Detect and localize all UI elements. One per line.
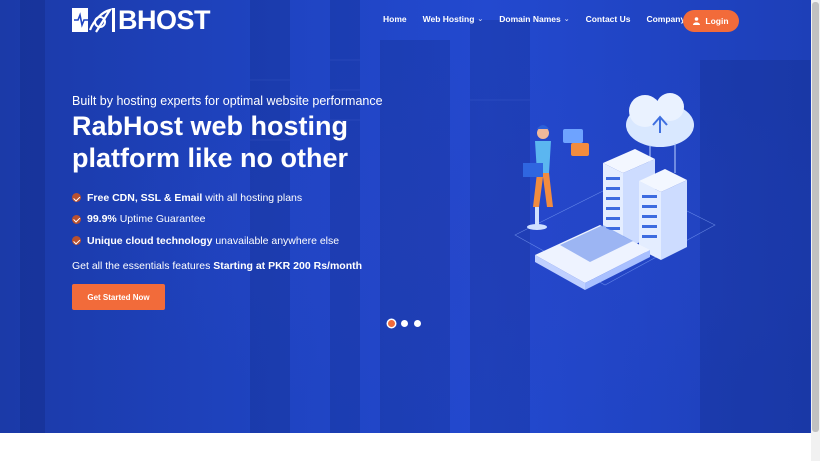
feature-item: Unique cloud technology unavailable anyw…	[72, 230, 339, 252]
feature-text: 99.9% Uptime Guarantee	[87, 213, 206, 226]
page-content-area	[0, 433, 811, 461]
nav-contact-us-label: Contact Us	[585, 14, 631, 24]
logo-text: BHOST	[118, 5, 211, 35]
cloud-icon	[626, 93, 694, 147]
feature-item: Free CDN, SSL & Email with all hosting p…	[72, 187, 339, 209]
feature-text: Free CDN, SSL & Email with all hosting p…	[87, 191, 303, 204]
main-nav: Home Web Hosting ⌄ Domain Names ⌄ Contact …	[383, 14, 710, 24]
nav-home-label: Home	[383, 14, 407, 24]
get-started-button[interactable]: Get Started Now	[72, 284, 165, 310]
check-icon	[72, 214, 81, 224]
logo-mark-icon	[72, 8, 115, 33]
feature-item: 99.9% Uptime Guarantee	[72, 209, 339, 231]
nav-domain-names[interactable]: Domain Names ⌄	[499, 14, 569, 24]
scrollbar-thumb[interactable]	[812, 2, 819, 432]
site-logo[interactable]: BHOST	[72, 5, 211, 35]
login-button[interactable]: Login	[683, 10, 739, 32]
nav-web-hosting[interactable]: Web Hosting ⌄	[423, 14, 484, 24]
pricing-line: Get all the essentials features Starting…	[72, 260, 363, 272]
nav-domain-names-label: Domain Names	[499, 14, 561, 24]
hero-eyebrow: Built by hosting experts for optimal web…	[72, 94, 383, 108]
carousel-dot[interactable]	[401, 320, 408, 327]
nav-company-label: Company	[646, 14, 686, 24]
carousel-dot[interactable]	[414, 320, 421, 327]
carousel-dots	[388, 320, 421, 327]
check-icon	[72, 236, 81, 246]
server-rack-icon	[639, 169, 687, 260]
nav-contact-us[interactable]: Contact Us	[586, 14, 631, 24]
hero-section: BHOST Home Web Hosting ⌄ Domain Names ⌄ Co…	[0, 0, 811, 433]
feature-list: Free CDN, SSL & Email with all hosting p…	[72, 187, 339, 252]
carousel-dot[interactable]	[388, 320, 395, 327]
check-icon	[72, 193, 81, 203]
user-icon	[693, 17, 701, 25]
chevron-down-icon: ⌄	[563, 16, 570, 23]
login-label: Login	[705, 16, 729, 26]
nav-web-hosting-label: Web Hosting	[422, 14, 475, 24]
hero-headline: RabHost web hosting platform like no oth…	[72, 111, 349, 173]
chevron-down-icon: ⌄	[477, 16, 484, 23]
person-icon	[523, 125, 553, 230]
hosting-illustration	[514, 93, 716, 290]
nav-home[interactable]: Home	[383, 14, 407, 24]
feature-text: Unique cloud technology unavailable anyw…	[87, 234, 340, 247]
